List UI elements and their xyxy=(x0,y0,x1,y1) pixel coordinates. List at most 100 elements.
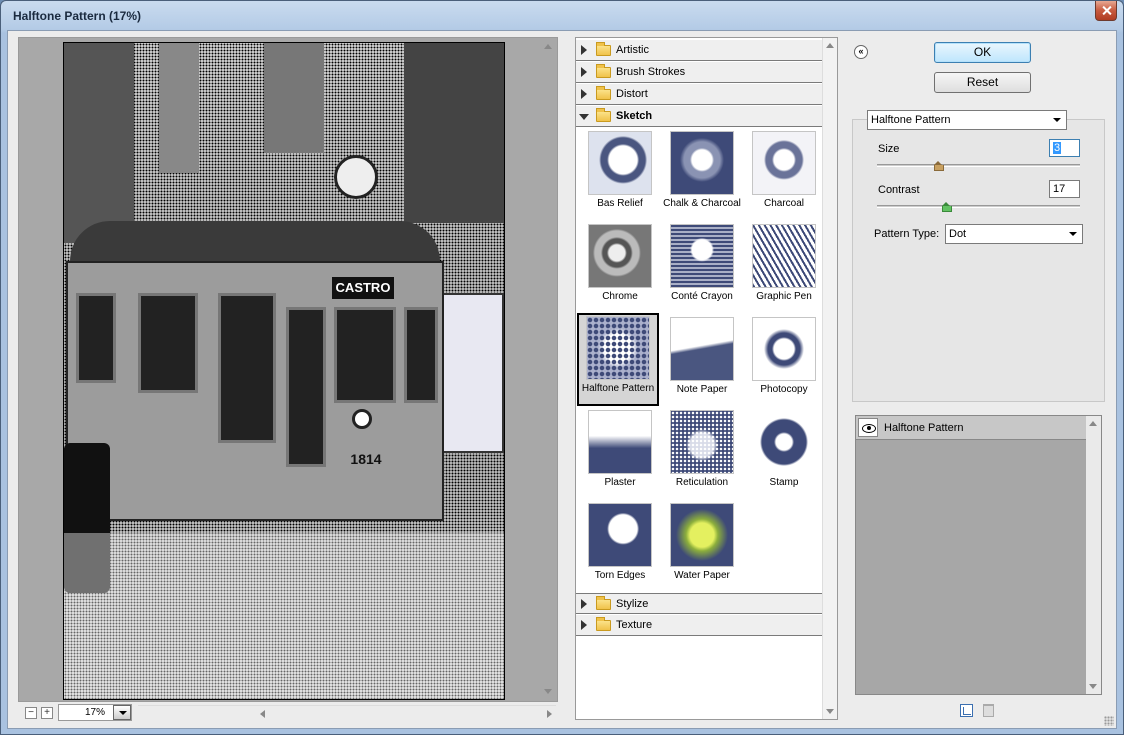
filter-thumb-stamp[interactable]: Stamp xyxy=(743,407,825,500)
visibility-eye-icon[interactable] xyxy=(858,418,878,437)
filter-thumb-water-paper[interactable]: Water Paper xyxy=(661,500,743,593)
filter-label: Chrome xyxy=(602,291,638,302)
reset-button[interactable]: Reset xyxy=(934,72,1031,93)
scroll-right-arrow-icon[interactable] xyxy=(547,710,552,718)
preview-image[interactable]: CASTRO 1814 xyxy=(63,42,505,700)
effect-layer-row[interactable]: Halftone Pattern xyxy=(856,416,1087,440)
collapse-arrow-icon[interactable] xyxy=(579,114,589,120)
scroll-up-arrow-icon[interactable] xyxy=(544,44,552,49)
filter-thumb-charcoal[interactable]: Charcoal xyxy=(743,128,825,221)
charcoal-thumbnail-icon xyxy=(752,131,816,195)
scroll-left-arrow-icon[interactable] xyxy=(260,710,265,718)
tram-destination-sign: CASTRO xyxy=(332,277,394,299)
zoom-bar: − + 17% xyxy=(18,703,558,723)
folder-icon xyxy=(596,42,611,56)
dialog-window: Halftone Pattern (17%) CASTRO 1814 − + 1… xyxy=(0,0,1124,735)
category-label: Distort xyxy=(616,88,648,100)
size-slider-thumb[interactable] xyxy=(933,161,944,171)
category-distort[interactable]: Distort xyxy=(576,84,823,105)
halftone-pattern-thumbnail-icon xyxy=(586,316,650,380)
filter-thumb-graphic-pen[interactable]: Graphic Pen xyxy=(743,221,825,314)
category-label: Texture xyxy=(616,619,653,631)
ok-button[interactable]: OK xyxy=(934,42,1031,63)
category-artistic[interactable]: Artistic xyxy=(576,40,823,61)
scroll-down-arrow-icon[interactable] xyxy=(1089,684,1097,689)
filter-label: Plaster xyxy=(604,477,636,488)
photocopy-thumbnail-icon xyxy=(752,317,816,381)
window-title: Halftone Pattern (17%) xyxy=(13,9,142,23)
expand-arrow-icon[interactable] xyxy=(581,45,587,55)
layers-vertical-scrollbar[interactable] xyxy=(1086,416,1101,694)
road-area xyxy=(64,533,504,699)
preview-pane[interactable]: CASTRO 1814 xyxy=(18,37,558,702)
filter-thumb-chalk-charcoal[interactable]: Chalk & Charcoal xyxy=(661,128,743,221)
filter-thumb-plaster[interactable]: Plaster xyxy=(579,407,661,500)
reticulation-thumbnail-icon xyxy=(670,410,734,474)
category-stylize[interactable]: Stylize xyxy=(576,593,823,614)
gallery-vertical-scrollbar[interactable] xyxy=(822,38,837,719)
delete-effect-layer-icon[interactable] xyxy=(983,704,994,717)
filter-thumb-conte-crayon[interactable]: Conté Crayon xyxy=(661,221,743,314)
conte-crayon-thumbnail-icon xyxy=(670,224,734,288)
expand-arrow-icon[interactable] xyxy=(581,89,587,99)
filter-settings-panel: Halftone Pattern Size 3 Contrast 17 Patt… xyxy=(852,110,1105,402)
new-effect-layer-icon[interactable] xyxy=(960,704,973,717)
category-label: Stylize xyxy=(616,598,649,610)
bas-relief-thumbnail-icon xyxy=(588,131,652,195)
preview-horizontal-scrollbar[interactable] xyxy=(138,705,556,721)
filter-gallery: Artistic Brush Strokes Distort Sketch Ba… xyxy=(575,37,838,720)
filter-thumb-chrome[interactable]: Chrome xyxy=(579,221,661,314)
tram-figure: CASTRO 1814 xyxy=(66,221,444,531)
size-label: Size xyxy=(878,143,900,155)
contrast-label: Contrast xyxy=(878,184,920,196)
size-input[interactable]: 3 xyxy=(1049,139,1080,157)
folder-icon xyxy=(596,596,611,610)
size-value: 3 xyxy=(1053,142,1062,154)
expand-arrow-icon[interactable] xyxy=(581,599,587,609)
scroll-down-arrow-icon[interactable] xyxy=(826,709,834,714)
filter-label: Charcoal xyxy=(763,198,805,209)
zoom-out-button[interactable]: − xyxy=(25,707,37,719)
folder-icon xyxy=(596,64,611,78)
scroll-up-arrow-icon[interactable] xyxy=(1089,421,1097,426)
resize-grip-icon[interactable] xyxy=(1104,716,1114,726)
collapse-gallery-button[interactable]: « xyxy=(854,45,868,59)
category-brush-strokes[interactable]: Brush Strokes xyxy=(576,62,823,83)
filter-label: Chalk & Charcoal xyxy=(663,198,741,209)
pattern-type-select[interactable]: Dot xyxy=(945,224,1083,244)
title-bar[interactable]: Halftone Pattern (17%) xyxy=(1,1,1123,31)
folder-icon xyxy=(596,108,611,122)
effect-layers-panel: Halftone Pattern xyxy=(855,415,1102,695)
contrast-slider-thumb[interactable] xyxy=(942,202,953,212)
filter-label: Graphic Pen xyxy=(756,291,812,302)
zoom-in-button[interactable]: + xyxy=(41,707,53,719)
tram-number: 1814 xyxy=(350,451,382,467)
chrome-thumbnail-icon xyxy=(588,224,652,288)
filter-thumb-note-paper[interactable]: Note Paper xyxy=(661,314,743,407)
preview-vertical-scrollbar[interactable] xyxy=(541,40,555,698)
filter-label: Photocopy xyxy=(760,384,808,395)
filter-label: Halftone Pattern xyxy=(581,383,655,394)
scroll-up-arrow-icon[interactable] xyxy=(826,43,834,48)
folder-icon xyxy=(596,86,611,100)
filter-thumb-photocopy[interactable]: Photocopy xyxy=(743,314,825,407)
filter-thumb-torn-edges[interactable]: Torn Edges xyxy=(579,500,661,593)
category-texture[interactable]: Texture xyxy=(576,615,823,636)
contrast-slider-track[interactable] xyxy=(877,205,1080,208)
filter-label: Conté Crayon xyxy=(671,291,733,302)
filter-thumb-reticulation[interactable]: Reticulation xyxy=(661,407,743,500)
filter-thumb-bas-relief[interactable]: Bas Relief xyxy=(579,128,661,221)
expand-arrow-icon[interactable] xyxy=(581,620,587,630)
dialog-client-area: CASTRO 1814 − + 17% Artistic Brush Strok… xyxy=(7,30,1117,729)
zoom-dropdown-button[interactable] xyxy=(113,705,131,720)
close-window-button[interactable] xyxy=(1095,1,1117,21)
scroll-down-arrow-icon[interactable] xyxy=(544,689,552,694)
contrast-input[interactable]: 17 xyxy=(1049,180,1080,198)
size-slider-track[interactable] xyxy=(877,164,1080,167)
filter-label: Bas Relief xyxy=(597,198,643,209)
filter-thumb-halftone-pattern[interactable]: Halftone Pattern xyxy=(577,313,659,406)
category-sketch[interactable]: Sketch xyxy=(576,106,823,127)
expand-arrow-icon[interactable] xyxy=(581,67,587,77)
water-paper-thumbnail-icon xyxy=(670,503,734,567)
filter-select[interactable]: Halftone Pattern xyxy=(867,110,1067,130)
